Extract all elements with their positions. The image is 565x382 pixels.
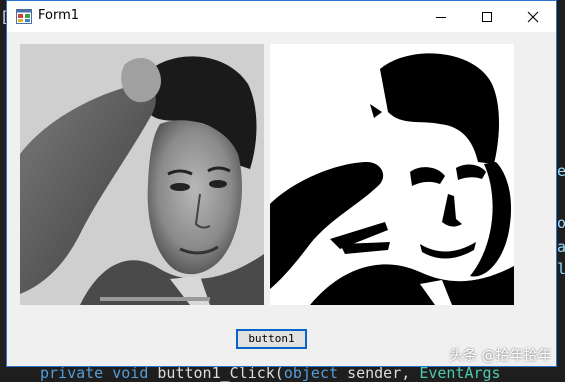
window-title: Form1 <box>38 8 80 23</box>
watermark-text: 头条 @拾年拾年 <box>449 348 552 364</box>
maximize-icon <box>482 11 492 22</box>
binarized-portrait-image <box>270 44 514 305</box>
close-button[interactable] <box>510 1 556 32</box>
grayscale-portrait-image <box>20 44 264 305</box>
minimize-button[interactable] <box>418 1 464 32</box>
form-app-icon <box>16 9 32 24</box>
minimize-icon <box>436 16 446 18</box>
ide-right-edge-text: e <box>557 162 565 180</box>
maximize-button[interactable] <box>464 1 510 32</box>
title-bar[interactable]: Form1 <box>7 1 556 32</box>
close-icon <box>527 11 539 22</box>
button1[interactable]: button1 <box>236 329 307 349</box>
ide-right-edge-text: a <box>557 238 565 256</box>
ide-right-edge-text: l <box>557 260 565 278</box>
picturebox-binarized <box>270 44 514 305</box>
form1-window: Form1 button1 <box>6 0 557 367</box>
picturebox-grayscale <box>20 44 264 305</box>
ide-right-edge-text: o <box>557 214 565 232</box>
